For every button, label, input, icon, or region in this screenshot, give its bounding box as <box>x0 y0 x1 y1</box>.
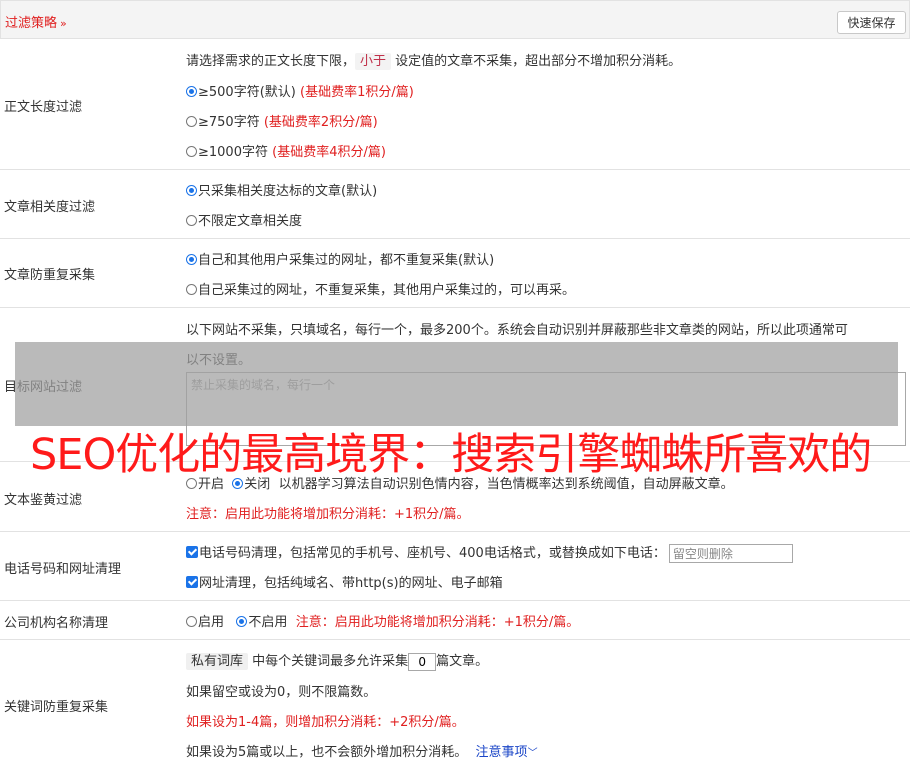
blocked-domains-textarea[interactable] <box>186 372 906 446</box>
porn-filter-off-radio[interactable] <box>232 478 244 489</box>
porn-filter-options: 开启 关闭 以机器学习算法自动识别色情内容，当色情概率达到系统阈值，自动屏蔽文章… <box>186 473 734 492</box>
relevance-section: 文章相关度过滤 只采集相关度达标的文章(默认) 不限定文章相关度 <box>0 170 910 239</box>
phone-clean-row: 电话号码清理，包括常见的手机号、座机号、400电话格式，或替换成如下电话： <box>186 542 793 563</box>
site-filter-desc-1: 以下网站不采集，只填域名，每行一个，最多200个。系统会自动识别并屏蔽那些非文章… <box>186 323 848 338</box>
length-filter-label: 正文长度过滤 <box>4 100 83 115</box>
url-clean-checkbox[interactable] <box>186 576 198 588</box>
private-lexicon-tag: 私有词库 <box>186 653 249 670</box>
keyword-dedupe-section: 关键词防重复采集 私有词库 中每个关键词最多允许采集篇文章。 如果留空或设为0，… <box>0 640 910 768</box>
relevance-strict-radio[interactable] <box>186 185 197 196</box>
header-title: 过滤策略 <box>5 16 58 31</box>
site-filter-desc-2: 以不设置。 <box>186 353 252 368</box>
company-clean-off-radio[interactable] <box>236 616 248 627</box>
keyword-dedupe-line-3: 如果设为1-4篇，则增加积分消耗：+2积分/篇。 <box>186 715 465 730</box>
company-clean-on-radio[interactable] <box>186 616 197 627</box>
dedupe-label: 文章防重复采集 <box>4 268 96 283</box>
keyword-dedupe-row: 私有词库 中每个关键词最多允许采集篇文章。 <box>186 650 488 671</box>
length-filter-desc: 请选择需求的正文长度下限， 小于 设定值的文章不采集，超出部分不增加积分消耗。 <box>186 53 682 70</box>
porn-filter-on-radio[interactable] <box>186 478 197 489</box>
company-clean-section: 公司机构名称清理 启用 不启用 注意：启用此功能将增加积分消耗：+1积分/篇。 <box>0 601 910 640</box>
length-filter-section: 正文长度过滤 请选择需求的正文长度下限， 小于 设定值的文章不采集，超出部分不增加… <box>0 39 910 170</box>
length-option-500[interactable]: ≥500字符(默认) (基础费率1积分/篇) <box>186 81 414 100</box>
phone-clean-label: 电话号码和网址清理 <box>4 562 122 577</box>
keyword-dedupe-line-4-row: 如果设为5篇或以上，也不会额外增加积分消耗。 注意事项﹀ <box>186 741 538 760</box>
dedupe-option-all[interactable]: 自己和其他用户采集过的网址，都不重复采集(默认) <box>186 249 494 268</box>
dedupe-section: 文章防重复采集 自己和其他用户采集过的网址，都不重复采集(默认) 自己采集过的网… <box>0 239 910 308</box>
porn-filter-section: 文本鉴黄过滤 开启 关闭 以机器学习算法自动识别色情内容，当色情概率达到系统阈值… <box>0 462 910 532</box>
notice-link[interactable]: 注意事项﹀ <box>476 745 538 760</box>
company-clean-label: 公司机构名称清理 <box>4 616 109 631</box>
relevance-label: 文章相关度过滤 <box>4 200 96 215</box>
url-clean-row[interactable]: 网址清理，包括纯域名、带http(s)的网址、电子邮箱 <box>186 572 503 591</box>
less-than-tag: 小于 <box>355 53 392 70</box>
porn-filter-note: 注意：启用此功能将增加积分消耗：+1积分/篇。 <box>186 507 470 522</box>
phone-clean-checkbox[interactable] <box>186 546 198 558</box>
phone-clean-section: 电话号码和网址清理 电话号码清理，包括常见的手机号、座机号、400电话格式，或替… <box>0 532 910 601</box>
site-filter-label: 目标网站过滤 <box>4 380 83 395</box>
porn-filter-desc: 以机器学习算法自动识别色情内容，当色情概率达到系统阈值，自动屏蔽文章。 <box>278 477 734 492</box>
quick-save-button[interactable]: 快速保存 <box>837 11 906 34</box>
keyword-dedupe-line-4: 如果设为5篇或以上，也不会额外增加积分消耗。 <box>186 745 468 760</box>
length-option-750[interactable]: ≥750字符 (基础费率2积分/篇) <box>186 111 378 130</box>
chevron-down-icon: » <box>60 17 67 30</box>
dedupe-self-radio[interactable] <box>186 284 197 295</box>
length-option-1000[interactable]: ≥1000字符 (基础费率4积分/篇) <box>186 141 386 160</box>
porn-filter-label: 文本鉴黄过滤 <box>4 493 83 508</box>
chevron-down-icon: ﹀ <box>527 748 538 759</box>
length-1000-radio[interactable] <box>186 146 197 157</box>
filter-strategy-header: 过滤策略» 快速保存 <box>0 0 910 39</box>
company-clean-options: 启用 不启用 注意：启用此功能将增加积分消耗：+1积分/篇。 <box>186 611 579 630</box>
length-750-radio[interactable] <box>186 116 197 127</box>
company-clean-on-option[interactable]: 启用 <box>186 615 224 630</box>
company-clean-off-option[interactable]: 不启用 <box>236 615 287 630</box>
dedupe-all-radio[interactable] <box>186 254 197 265</box>
length-500-radio[interactable] <box>186 86 197 97</box>
max-articles-input[interactable] <box>408 652 437 671</box>
company-clean-note: 注意：启用此功能将增加积分消耗：+1积分/篇。 <box>295 615 580 630</box>
porn-filter-off-option[interactable]: 关闭 <box>232 477 270 492</box>
filter-strategy-toggle[interactable]: 过滤策略» <box>5 12 67 31</box>
relevance-option-strict[interactable]: 只采集相关度达标的文章(默认) <box>186 180 377 199</box>
relevance-any-radio[interactable] <box>186 215 197 226</box>
phone-clean-option[interactable]: 电话号码清理，包括常见的手机号、座机号、400电话格式，或替换成如下电话： <box>186 546 666 561</box>
dedupe-option-self[interactable]: 自己采集过的网址，不重复采集，其他用户采集过的，可以再采。 <box>186 279 575 298</box>
keyword-dedupe-line-2: 如果留空或设为0，则不限篇数。 <box>186 685 377 700</box>
keyword-dedupe-label: 关键词防重复采集 <box>4 700 109 715</box>
porn-filter-on-option[interactable]: 开启 <box>186 477 224 492</box>
replacement-phone-input[interactable] <box>668 544 793 563</box>
relevance-option-any[interactable]: 不限定文章相关度 <box>186 210 302 229</box>
